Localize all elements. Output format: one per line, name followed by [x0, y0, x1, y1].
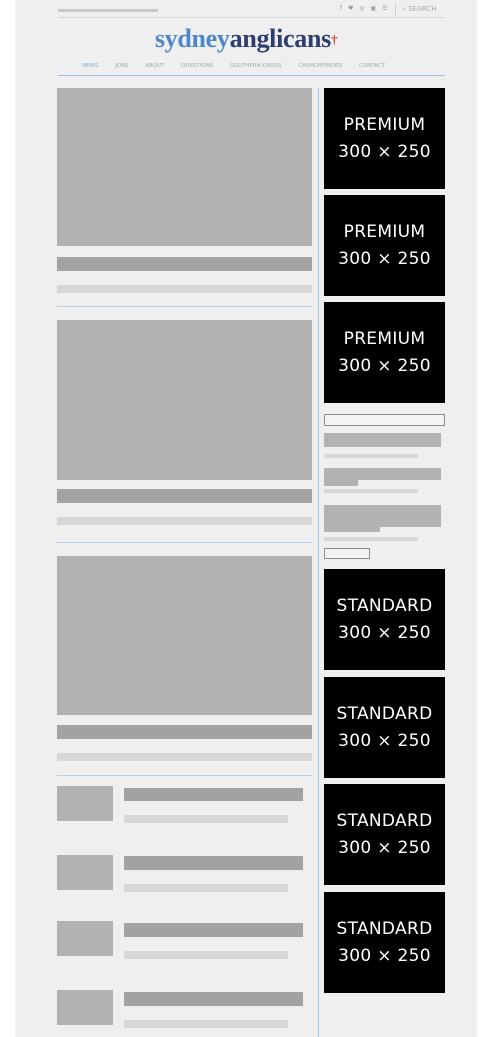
- story-divider: [57, 306, 312, 307]
- sidebar-item-placeholder[interactable]: [324, 505, 441, 527]
- premium-ad-slot[interactable]: PREMIUM 300 × 250: [324, 88, 445, 189]
- ad-tier-label: STANDARD: [336, 703, 433, 724]
- standard-ad-slot[interactable]: STANDARD 300 × 250: [324, 784, 445, 885]
- ad-size-label: 300 × 250: [338, 945, 431, 966]
- logo-sydney: sydney: [154, 24, 230, 53]
- ad-size-label: 300 × 250: [338, 730, 431, 751]
- list-excerpt-placeholder: [124, 884, 288, 892]
- sidebar-item-placeholder: [324, 527, 380, 532]
- site-logo[interactable]: sydneyanglicans†: [15, 24, 477, 54]
- cross-icon: †: [330, 32, 338, 47]
- list-thumbnail[interactable]: [57, 855, 113, 890]
- premium-ad-slot[interactable]: PREMIUM 300 × 250: [324, 195, 445, 296]
- sidebar-more-button-placeholder[interactable]: [324, 548, 370, 559]
- ad-tier-label: PREMIUM: [343, 328, 426, 349]
- list-excerpt-placeholder: [124, 951, 288, 959]
- ad-size-label: 300 × 250: [338, 837, 431, 858]
- story-divider: [57, 775, 312, 776]
- nav-divider: [58, 75, 445, 76]
- social-icons[interactable]: f ♥ ◎ ▣ ☰: [340, 5, 389, 12]
- list-thumbnail[interactable]: [57, 921, 113, 956]
- page-wireframe: f ♥ ◎ ▣ ☰ ⌕ SEARCH sydneyanglicans† NEWS…: [15, 0, 477, 1037]
- sidebar-item-placeholder[interactable]: [324, 468, 441, 480]
- nav-item-churchfinder[interactable]: CHURCHFINDER: [298, 63, 342, 69]
- story-excerpt-placeholder: [57, 285, 312, 293]
- story-divider: [57, 542, 312, 543]
- premium-ad-slot[interactable]: PREMIUM 300 × 250: [324, 302, 445, 403]
- ad-size-label: 300 × 250: [338, 622, 431, 643]
- nav-item-contact[interactable]: CONTACT: [359, 63, 385, 69]
- main-nav: NEWS JOBS ABOUT QUESTIONS SOUTHERN CROSS…: [82, 63, 400, 69]
- nav-item-questions[interactable]: QUESTIONS: [181, 63, 213, 69]
- search-label: SEARCH: [408, 5, 437, 13]
- list-headline-placeholder[interactable]: [124, 923, 303, 937]
- sidebar-item-placeholder: [324, 480, 358, 486]
- story-headline-placeholder[interactable]: [57, 489, 312, 503]
- ad-size-label: 300 × 250: [338, 141, 431, 162]
- story-headline-placeholder[interactable]: [57, 725, 312, 739]
- column-divider: [318, 88, 319, 1037]
- sidebar-item-meta-placeholder: [324, 454, 418, 458]
- ad-tier-label: STANDARD: [336, 595, 433, 616]
- search-box[interactable]: ⌕ SEARCH: [395, 3, 444, 16]
- list-headline-placeholder[interactable]: [124, 856, 303, 870]
- standard-ad-slot[interactable]: STANDARD 300 × 250: [324, 892, 445, 993]
- list-excerpt-placeholder: [124, 1020, 288, 1028]
- list-headline-placeholder[interactable]: [124, 992, 303, 1006]
- story-image[interactable]: [57, 556, 312, 715]
- top-bar-placeholder: [58, 9, 158, 12]
- logo-anglicans: anglicans: [229, 24, 332, 53]
- ad-tier-label: STANDARD: [336, 810, 433, 831]
- sidebar-widget-heading-placeholder: [324, 414, 445, 426]
- sidebar-item-meta-placeholder: [324, 537, 418, 541]
- nav-item-southern-cross[interactable]: SOUTHERN CROSS: [230, 63, 281, 69]
- ad-tier-label: PREMIUM: [343, 114, 426, 135]
- nav-item-news[interactable]: NEWS: [82, 63, 99, 69]
- standard-ad-slot[interactable]: STANDARD 300 × 250: [324, 569, 445, 670]
- ad-size-label: 300 × 250: [338, 355, 431, 376]
- ad-size-label: 300 × 250: [338, 248, 431, 269]
- sidebar-item-placeholder[interactable]: [324, 433, 441, 447]
- list-thumbnail[interactable]: [57, 990, 113, 1025]
- story-excerpt-placeholder: [57, 517, 312, 525]
- ad-tier-label: STANDARD: [336, 918, 433, 939]
- list-thumbnail[interactable]: [57, 786, 113, 821]
- ad-tier-label: PREMIUM: [343, 221, 426, 242]
- story-headline-placeholder[interactable]: [57, 257, 312, 271]
- nav-item-about[interactable]: ABOUT: [145, 63, 164, 69]
- list-excerpt-placeholder: [124, 815, 288, 823]
- list-headline-placeholder[interactable]: [124, 788, 303, 801]
- header-divider: [58, 17, 445, 18]
- sidebar-item-meta-placeholder: [324, 489, 418, 493]
- nav-item-jobs[interactable]: JOBS: [115, 63, 128, 69]
- story-image[interactable]: [57, 88, 312, 246]
- standard-ad-slot[interactable]: STANDARD 300 × 250: [324, 677, 445, 778]
- story-excerpt-placeholder: [57, 753, 312, 761]
- story-image[interactable]: [57, 320, 312, 480]
